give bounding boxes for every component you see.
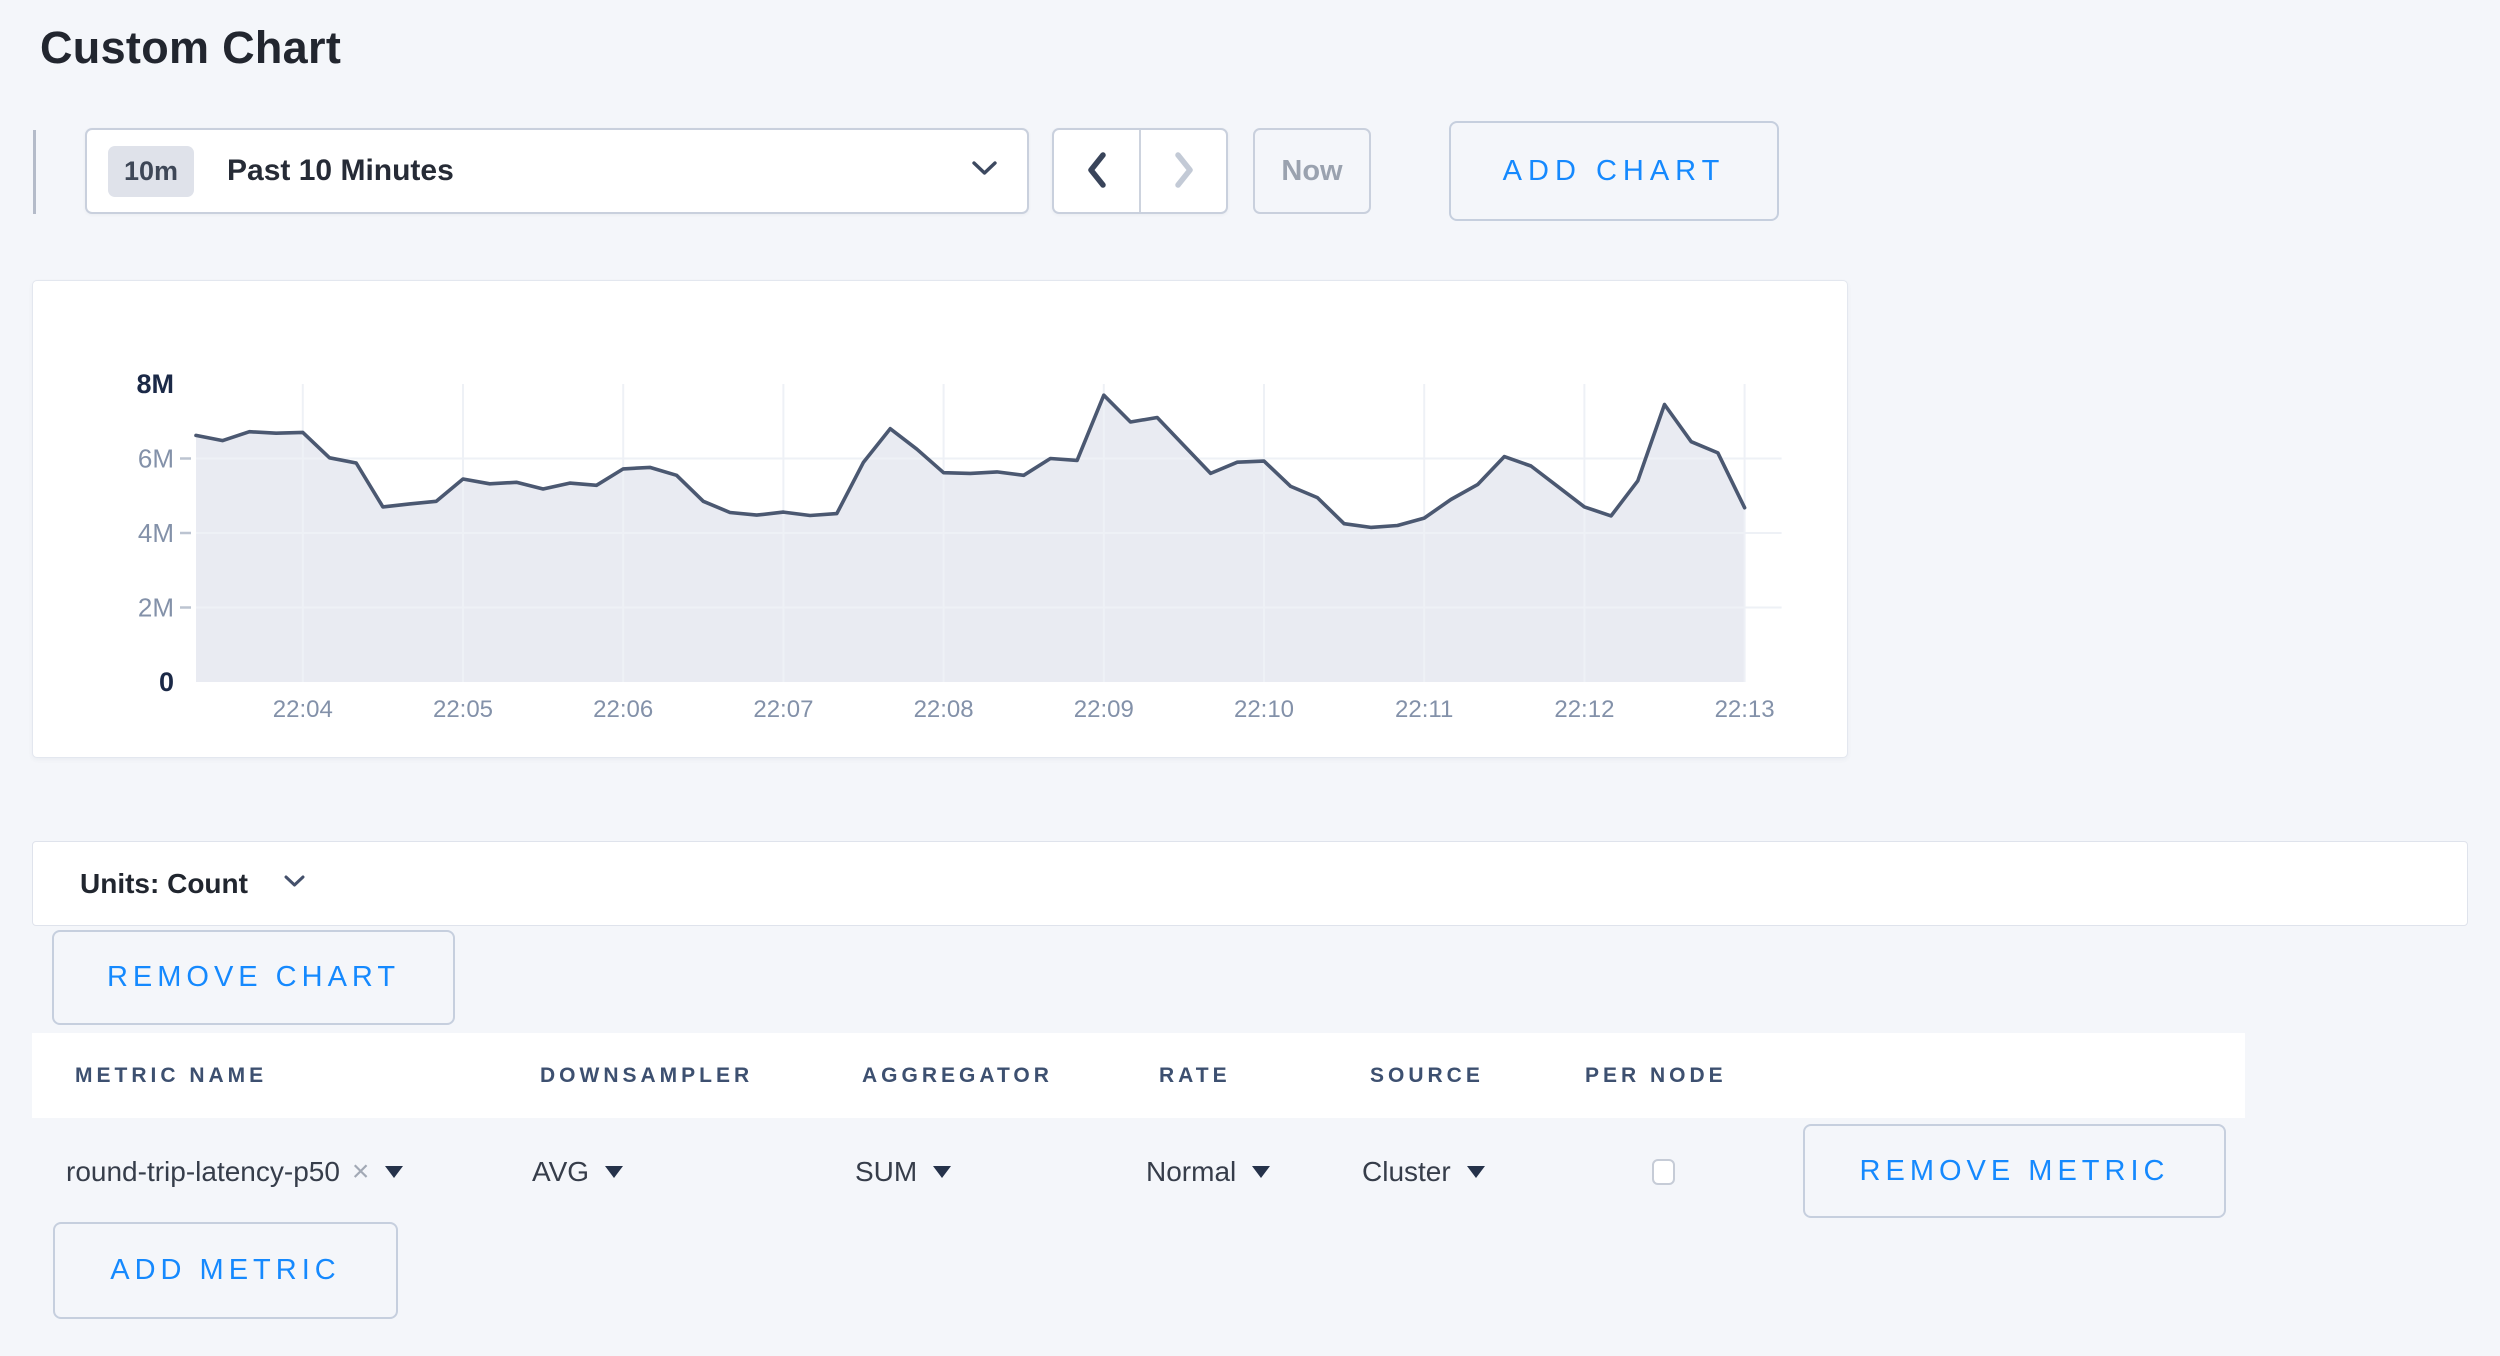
caret-down-icon bbox=[933, 1166, 951, 1178]
clear-metric-icon[interactable]: × bbox=[352, 1155, 370, 1189]
svg-text:22:10: 22:10 bbox=[1234, 696, 1294, 723]
column-header-rate: RATE bbox=[1159, 1064, 1231, 1088]
chevron-down-icon bbox=[284, 875, 305, 893]
now-button[interactable]: Now bbox=[1253, 128, 1371, 214]
svg-text:22:13: 22:13 bbox=[1715, 696, 1775, 723]
metric-name-select[interactable]: round-trip-latency-p50 × bbox=[66, 1142, 403, 1202]
svg-text:2M: 2M bbox=[138, 593, 174, 623]
source-select[interactable]: Cluster bbox=[1362, 1142, 1485, 1202]
time-prev-button[interactable] bbox=[1054, 130, 1141, 212]
aggregator-select[interactable]: SUM bbox=[855, 1142, 951, 1202]
svg-text:22:06: 22:06 bbox=[593, 696, 653, 723]
metric-name-value: round-trip-latency-p50 bbox=[66, 1156, 340, 1188]
remove-metric-button[interactable]: REMOVE METRIC bbox=[1803, 1124, 2226, 1218]
column-header-per-node: PER NODE bbox=[1585, 1064, 1727, 1088]
time-range-label: Past 10 Minutes bbox=[227, 154, 454, 188]
chevron-right-icon bbox=[1169, 151, 1199, 192]
svg-text:22:05: 22:05 bbox=[433, 696, 493, 723]
per-node-checkbox[interactable] bbox=[1652, 1159, 1675, 1185]
svg-text:22:09: 22:09 bbox=[1074, 696, 1134, 723]
svg-text:8M: 8M bbox=[136, 369, 174, 399]
svg-text:6M: 6M bbox=[138, 444, 174, 474]
svg-text:22:07: 22:07 bbox=[753, 696, 813, 723]
time-next-button[interactable] bbox=[1141, 130, 1226, 212]
units-dropdown[interactable]: Units: Count bbox=[32, 841, 2468, 926]
svg-text:4M: 4M bbox=[138, 518, 174, 548]
add-chart-button[interactable]: ADD CHART bbox=[1449, 121, 1779, 221]
caret-down-icon bbox=[385, 1166, 403, 1178]
svg-text:22:04: 22:04 bbox=[273, 696, 333, 723]
toolbar-accent-bar bbox=[33, 130, 36, 214]
rate-value: Normal bbox=[1146, 1156, 1236, 1188]
time-window-badge: 10m bbox=[108, 146, 194, 197]
aggregator-value: SUM bbox=[855, 1156, 917, 1188]
time-pager bbox=[1052, 128, 1228, 214]
page-title: Custom Chart bbox=[40, 22, 341, 74]
area-chart[interactable]: 8M 6M 4M 2M 0 22:04 22:05 22:06 22:07 22:08 22:09 2… bbox=[33, 281, 1847, 757]
caret-down-icon bbox=[1252, 1166, 1270, 1178]
remove-chart-button[interactable]: REMOVE CHART bbox=[52, 930, 455, 1025]
metrics-table-header: METRIC NAME DOWNSAMPLER AGGREGATOR RATE … bbox=[32, 1033, 2245, 1118]
downsampler-select[interactable]: AVG bbox=[532, 1142, 623, 1202]
svg-text:22:12: 22:12 bbox=[1554, 696, 1614, 723]
svg-text:22:08: 22:08 bbox=[914, 696, 974, 723]
chevron-left-icon bbox=[1082, 151, 1112, 192]
column-header-metric-name: METRIC NAME bbox=[75, 1064, 267, 1088]
downsampler-value: AVG bbox=[532, 1156, 589, 1188]
column-header-aggregator: AGGREGATOR bbox=[862, 1064, 1053, 1088]
custom-chart-page: Custom Chart 10m Past 10 Minutes Now ADD… bbox=[0, 0, 2500, 1356]
time-range-dropdown[interactable]: 10m Past 10 Minutes bbox=[85, 128, 1029, 214]
caret-down-icon bbox=[1467, 1166, 1485, 1178]
chart-panel: 8M 6M 4M 2M 0 22:04 22:05 22:06 22:07 22:08 22:09 2… bbox=[32, 280, 1848, 758]
svg-text:0: 0 bbox=[159, 667, 174, 697]
add-metric-button[interactable]: ADD METRIC bbox=[53, 1222, 398, 1319]
source-value: Cluster bbox=[1362, 1156, 1451, 1188]
caret-down-icon bbox=[605, 1166, 623, 1178]
units-label: Units: Count bbox=[80, 868, 248, 900]
column-header-downsampler: DOWNSAMPLER bbox=[540, 1064, 753, 1088]
svg-text:22:11: 22:11 bbox=[1395, 696, 1453, 723]
chevron-down-icon bbox=[972, 161, 997, 181]
rate-select[interactable]: Normal bbox=[1146, 1142, 1270, 1202]
column-header-source: SOURCE bbox=[1370, 1064, 1484, 1088]
